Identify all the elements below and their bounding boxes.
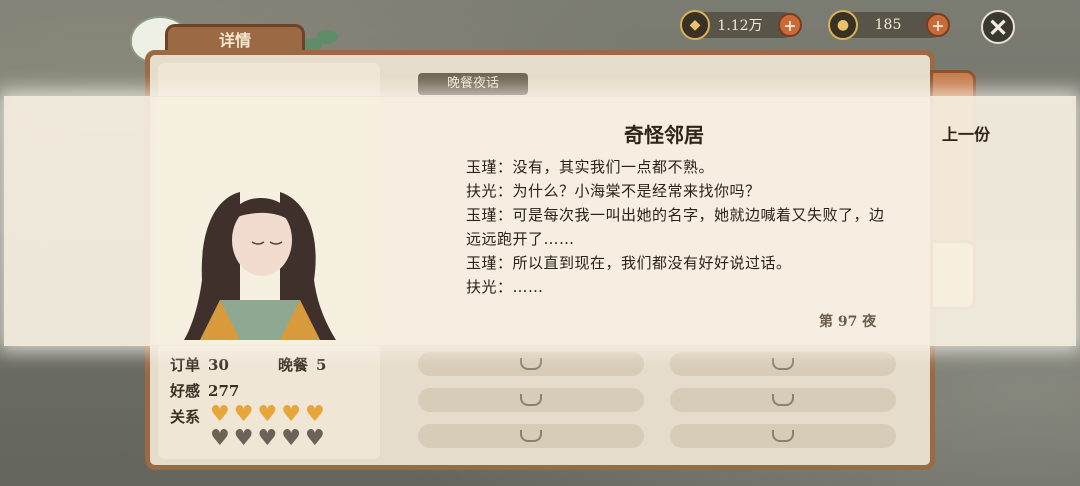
gem-counter: ● 185 + (828, 10, 950, 40)
night-counter: 第 97 夜 (819, 314, 877, 330)
pot-icon (520, 394, 542, 406)
dialog-line: 扶光：…… (466, 278, 544, 296)
dish-slot[interactable] (670, 424, 896, 448)
relation-label: 关系 (170, 408, 201, 426)
favor-value: 277 (208, 382, 240, 400)
relation-hearts-row: ♥ ♥ ♥ ♥ ♥ (210, 404, 325, 426)
order-label: 订单 (170, 356, 201, 374)
pot-icon (772, 358, 794, 370)
dish-slot[interactable] (670, 352, 896, 376)
heart-filled-icon: ♥ (233, 402, 254, 427)
favor-stat: 好感 277 (170, 380, 239, 401)
dialog-line: 扶光：为什么？小海棠不是经常来找你吗？ (466, 182, 761, 200)
dish-slot[interactable] (418, 424, 644, 448)
dinner-label: 晚餐 (278, 356, 309, 374)
order-stat: 订单 30 (170, 354, 229, 375)
heart-empty-icon: ♥ (281, 426, 301, 451)
gem-icon: ● (828, 10, 858, 40)
heart-empty-icon: ♥ (257, 426, 278, 451)
pot-icon (772, 394, 794, 406)
dish-slot[interactable] (670, 388, 896, 412)
dish-slot[interactable] (418, 352, 644, 376)
relation-hearts-row: ♥ ♥ ♥ ♥ ♥ (210, 428, 325, 450)
add-gem-button[interactable]: + (926, 13, 950, 37)
leaf-icon (316, 30, 338, 44)
close-icon: ✕ (987, 12, 1009, 42)
previous-story-button[interactable]: 上一份 (942, 121, 990, 145)
story-tag[interactable]: 晚餐夜话 (418, 73, 528, 95)
heart-filled-icon: ♥ (304, 402, 325, 427)
dialog-title: 奇怪邻居 (624, 123, 704, 147)
coin-counter: ◆ 1.12万 + (680, 10, 802, 40)
order-value: 30 (208, 356, 229, 374)
dialog-line: 玉瑾：没有，其实我们一点都不熟。 (466, 158, 715, 176)
pot-icon (520, 358, 542, 370)
heart-filled-icon: ♥ (257, 402, 278, 427)
dish-slot[interactable] (418, 388, 644, 412)
dialog-lines: 玉瑾：没有，其实我们一点都不熟。 扶光：为什么？小海棠不是经常来找你吗？ 玉瑾：… (466, 155, 886, 299)
heart-empty-icon: ♥ (210, 426, 230, 451)
character-portrait (184, 192, 336, 340)
dialog-line: 玉瑾：可是每次我一叫出她的名字，她就边喊着又失败了，边远远跑开了…… (466, 206, 885, 248)
heart-empty-icon: ♥ (304, 426, 325, 451)
heart-empty-icon: ♥ (233, 426, 254, 451)
pot-icon (520, 430, 542, 442)
story-dialog[interactable]: 奇怪邻居 上一份 玉瑾：没有，其实我们一点都不熟。 扶光：为什么？小海棠不是经常… (4, 96, 1076, 346)
heart-filled-icon: ♥ (210, 402, 230, 427)
favor-label: 好感 (170, 382, 201, 400)
heart-filled-icon: ♥ (281, 402, 301, 427)
dinner-stat: 晚餐 5 (278, 354, 326, 375)
pot-icon (772, 430, 794, 442)
add-coin-button[interactable]: + (778, 13, 802, 37)
dialog-line: 玉瑾：所以直到现在，我们都没有好好说过话。 (466, 254, 792, 272)
dinner-value: 5 (316, 356, 327, 374)
coin-icon: ◆ (680, 10, 710, 40)
close-button[interactable]: ✕ (981, 10, 1015, 44)
